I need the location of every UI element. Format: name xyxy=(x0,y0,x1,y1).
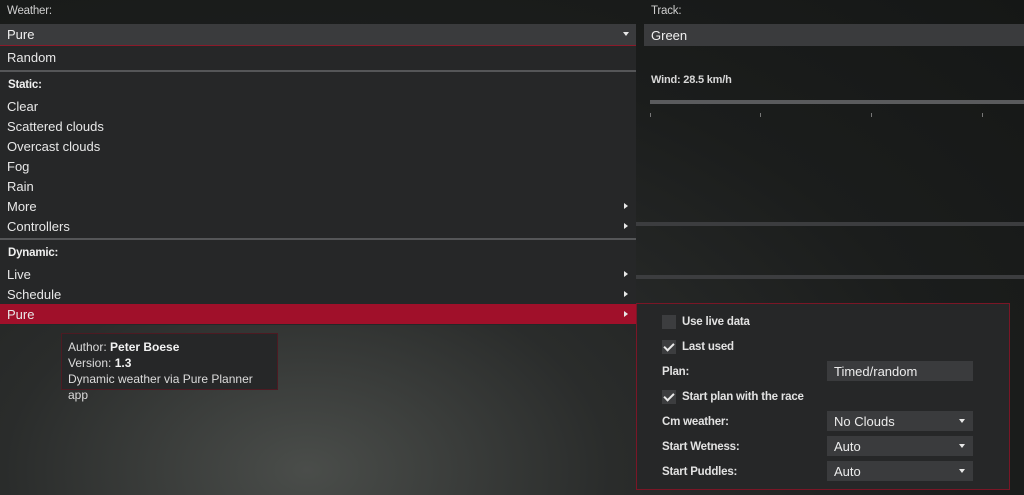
tooltip: Author: Peter Boese Version: 1.3 Dynamic… xyxy=(61,333,278,402)
chevron-right-icon xyxy=(624,291,628,297)
start-puddles-select[interactable]: Auto xyxy=(827,461,973,481)
check-icon[interactable] xyxy=(662,390,676,404)
weather-dropdown-menu: Random Static: Clear Scattered clouds Ov… xyxy=(0,46,636,325)
menu-item-more[interactable]: More xyxy=(0,196,636,216)
chevron-right-icon xyxy=(624,203,628,209)
start-wetness-value: Auto xyxy=(834,438,861,454)
menu-item-label: Clear xyxy=(7,98,39,114)
menu-item-overcast-clouds[interactable]: Overcast clouds xyxy=(0,136,636,156)
menu-item-clear[interactable]: Clear xyxy=(0,96,636,116)
start-wetness-label: Start Wetness: xyxy=(662,441,740,453)
wind-label: Wind: 28.5 km/h xyxy=(651,74,732,86)
cm-weather-value: No Clouds xyxy=(834,413,895,429)
start-puddles-value: Auto xyxy=(834,463,861,479)
chevron-down-icon xyxy=(959,444,965,448)
plan-field[interactable]: Timed/random xyxy=(827,361,973,381)
plan-label: Plan: xyxy=(662,366,690,378)
checkbox-box[interactable] xyxy=(662,315,676,329)
menu-item-label: Schedule xyxy=(7,286,62,302)
plan-value: Timed/random xyxy=(834,363,918,379)
menu-item-label: Overcast clouds xyxy=(7,138,101,154)
menu-item-label: Random xyxy=(7,49,57,65)
cm-weather-select[interactable]: No Clouds xyxy=(827,411,973,431)
weather-select[interactable]: Pure xyxy=(0,24,636,46)
chevron-down-icon xyxy=(623,32,629,36)
weather-select-value: Pure xyxy=(7,27,35,42)
slider-tick xyxy=(982,113,983,117)
tooltip-version: Version: 1.3 xyxy=(68,356,132,370)
menu-header-static: Static: xyxy=(8,79,42,91)
menu-item-controllers[interactable]: Controllers xyxy=(0,216,636,236)
menu-item-live[interactable]: Live xyxy=(0,264,636,284)
menu-item-label: Scattered clouds xyxy=(7,118,104,134)
start-puddles-label: Start Puddles: xyxy=(662,466,738,478)
menu-item-schedule[interactable]: Schedule xyxy=(0,284,636,304)
pure-settings-panel: Use live data Last used Plan: Timed/rand… xyxy=(636,303,1010,490)
start-wetness-select[interactable]: Auto xyxy=(827,436,973,456)
menu-item-label: Live xyxy=(7,266,31,282)
slider-tick xyxy=(760,113,761,117)
tooltip-author: Author: Peter Boese xyxy=(68,340,180,354)
chevron-right-icon xyxy=(624,223,628,229)
slider-tick xyxy=(871,113,872,117)
menu-item-label: More xyxy=(7,198,37,214)
menu-item-label: Pure xyxy=(7,306,35,322)
last-used-checkbox[interactable]: Last used xyxy=(662,340,734,354)
menu-separator xyxy=(0,70,636,72)
menu-item-label: Fog xyxy=(7,158,30,174)
checkbox-label: Use live data xyxy=(682,316,750,328)
menu-item-pure[interactable]: Pure xyxy=(0,304,636,324)
menu-item-random[interactable]: Random xyxy=(0,47,636,67)
divider xyxy=(636,222,1024,226)
menu-item-label: Controllers xyxy=(7,218,70,234)
wind-slider[interactable] xyxy=(650,100,1024,104)
chevron-right-icon xyxy=(624,271,628,277)
menu-item-rain[interactable]: Rain xyxy=(0,176,636,196)
cm-weather-label: Cm weather: xyxy=(662,416,729,428)
use-live-data-checkbox[interactable]: Use live data xyxy=(662,315,750,329)
track-label: Track: xyxy=(651,5,682,17)
check-icon[interactable] xyxy=(662,340,676,354)
menu-item-scattered-clouds[interactable]: Scattered clouds xyxy=(0,116,636,136)
slider-tick xyxy=(650,113,651,117)
menu-header-dynamic: Dynamic: xyxy=(8,247,59,259)
checkbox-label: Start plan with the race xyxy=(682,391,804,403)
tooltip-description: Dynamic weather via Pure Planner app xyxy=(68,372,253,402)
track-select[interactable]: Green xyxy=(644,24,1024,46)
weather-label: Weather: xyxy=(7,5,52,17)
track-select-value: Green xyxy=(651,27,688,43)
chevron-down-icon xyxy=(959,469,965,473)
divider xyxy=(636,275,1024,279)
checkbox-label: Last used xyxy=(682,341,734,353)
start-plan-checkbox[interactable]: Start plan with the race xyxy=(662,390,804,404)
menu-item-fog[interactable]: Fog xyxy=(0,156,636,176)
chevron-down-icon xyxy=(959,419,965,423)
menu-separator xyxy=(0,238,636,240)
chevron-right-icon xyxy=(624,311,628,317)
menu-item-label: Rain xyxy=(7,178,34,194)
